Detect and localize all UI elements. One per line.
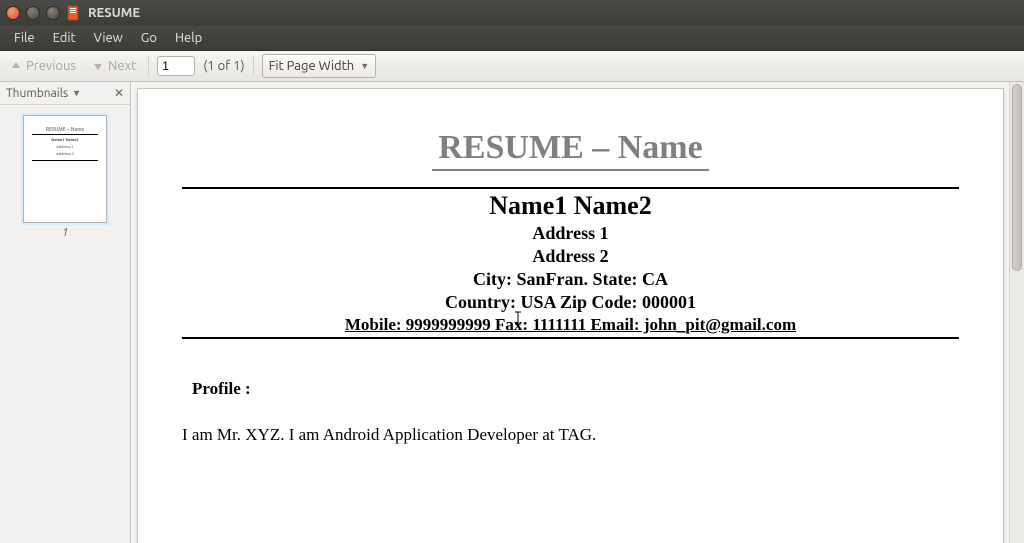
page-thumbnail[interactable]: RESUME – Name Name1 Name2 Address 1 Addr… (23, 115, 107, 223)
doc-rule (182, 187, 959, 189)
chevron-down-icon[interactable]: ▼ (72, 88, 81, 98)
window-controls (6, 6, 60, 20)
doc-profile-body: I am Mr. XYZ. I am Android Application D… (182, 425, 959, 445)
doc-rule (182, 337, 959, 339)
sidebar-title[interactable]: Thumbnails (6, 87, 68, 100)
next-label: Next (108, 59, 136, 73)
doc-address1: Address 1 (182, 223, 959, 244)
menu-view[interactable]: View (86, 28, 131, 48)
doc-full-name: Name1 Name2 (182, 191, 959, 221)
zoom-mode-label: Fit Page Width (269, 59, 355, 73)
arrow-down-icon (92, 60, 104, 72)
menu-help[interactable]: Help (167, 28, 210, 48)
vertical-scrollbar[interactable] (1009, 82, 1024, 543)
next-page-button[interactable]: Next (88, 57, 140, 75)
sidebar-close-button[interactable]: ✕ (114, 86, 124, 100)
thumbnails-list: RESUME – Name Name1 Name2 Address 1 Addr… (0, 105, 130, 543)
scrollbar-thumb[interactable] (1012, 84, 1022, 271)
menu-file[interactable]: File (6, 28, 43, 48)
previous-label: Previous (26, 59, 76, 73)
page-number-input[interactable] (157, 56, 195, 76)
thumbnail-page-number: 1 (62, 227, 68, 239)
menu-edit[interactable]: Edit (45, 28, 84, 48)
menubar: File Edit View Go Help (0, 26, 1024, 51)
doc-profile-heading: Profile : (192, 379, 959, 399)
toolbar-separator (148, 56, 149, 76)
window-maximize-button[interactable] (46, 6, 60, 20)
titlebar: RESUME (0, 0, 1024, 26)
doc-country-zip: Country: USA Zip Code: 000001 (182, 292, 959, 313)
thumbnails-sidebar: Thumbnails ▼ ✕ RESUME – Name Name1 Name2… (0, 82, 131, 543)
previous-page-button[interactable]: Previous (6, 57, 80, 75)
arrow-up-icon (10, 60, 22, 72)
app-icon (66, 5, 82, 21)
window-close-button[interactable] (6, 6, 20, 20)
menu-go[interactable]: Go (133, 28, 165, 48)
doc-city-state: City: SanFran. State: CA (182, 269, 959, 290)
document-viewer[interactable]: RESUME – Name Name1 Name2 Address 1 Addr… (131, 82, 1024, 543)
sidebar-header: Thumbnails ▼ ✕ (0, 82, 130, 105)
doc-contact-line: Mobile: 9999999999 Fax: 1111111 Email: j… (182, 315, 959, 335)
doc-address2: Address 2 (182, 246, 959, 267)
doc-heading: RESUME – Name (432, 129, 708, 171)
zoom-mode-combo[interactable]: Fit Page Width ▼ (262, 54, 377, 78)
chevron-down-icon: ▼ (360, 61, 369, 71)
toolbar: Previous Next (1 of 1) Fit Page Width ▼ (0, 51, 1024, 82)
document-page: RESUME – Name Name1 Name2 Address 1 Addr… (137, 88, 1004, 543)
content-area: Thumbnails ▼ ✕ RESUME – Name Name1 Name2… (0, 82, 1024, 543)
page-total-label: (1 of 1) (203, 59, 244, 73)
window-minimize-button[interactable] (26, 6, 40, 20)
window-title: RESUME (88, 6, 140, 20)
toolbar-separator (253, 56, 254, 76)
